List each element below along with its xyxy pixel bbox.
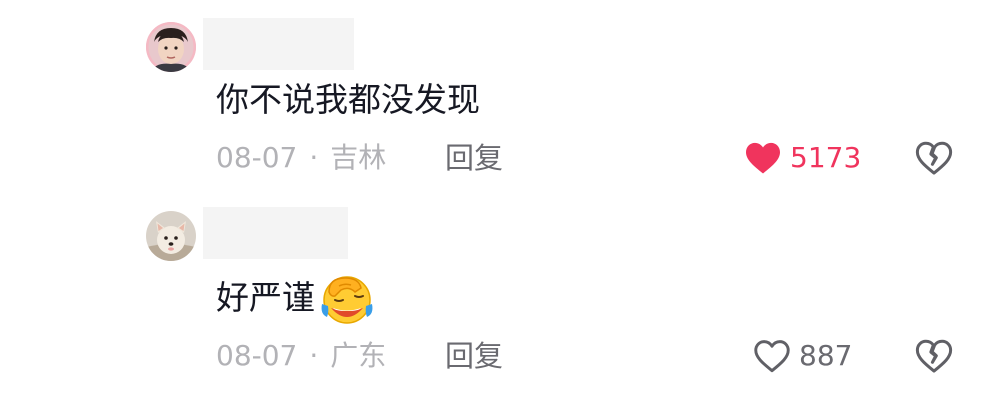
comment-date: 08-07 (216, 141, 298, 174)
comment-text: 你不说我都没发现 (216, 80, 480, 119)
like-count: 887 (799, 339, 853, 372)
comment-date: 08-07 (216, 339, 298, 372)
reply-button[interactable]: 回复 (445, 141, 503, 175)
comment-item: 你不说我都没发现 08-07 · 吉林 回复 5173 (0, 0, 1000, 197)
reply-button[interactable]: 回复 (445, 339, 503, 373)
broken-heart-icon (915, 339, 953, 373)
dislike-button[interactable] (915, 140, 953, 176)
comment-meta: 08-07 · 吉林 (216, 141, 386, 175)
avatar-image (146, 22, 196, 72)
avatar[interactable] (146, 211, 196, 261)
like-count: 5173 (790, 141, 862, 174)
face-palm-crying-laughing-icon (319, 270, 375, 326)
meta-separator: · (309, 141, 319, 174)
heart-outline-icon (754, 340, 790, 373)
username-redacted[interactable] (203, 207, 348, 259)
username-redacted[interactable] (203, 18, 354, 70)
like-button[interactable]: 887 (753, 339, 852, 373)
heart-filled-icon (746, 142, 780, 174)
avatar[interactable] (146, 22, 196, 72)
comment-text: 好严谨 (216, 278, 315, 317)
comment-item: 好严谨 08-07 · 广东 回复 887 (0, 197, 1000, 394)
comment-meta: 08-07 · 广东 (216, 339, 386, 373)
comment-location: 吉林 (330, 141, 387, 174)
avatar-image (146, 211, 196, 261)
dislike-button[interactable] (915, 338, 953, 374)
meta-separator: · (309, 339, 319, 372)
comment-text-container: 好严谨 (216, 270, 375, 326)
like-button[interactable]: 5173 (744, 141, 861, 175)
comment-location: 广东 (330, 339, 387, 372)
broken-heart-icon (915, 141, 953, 175)
